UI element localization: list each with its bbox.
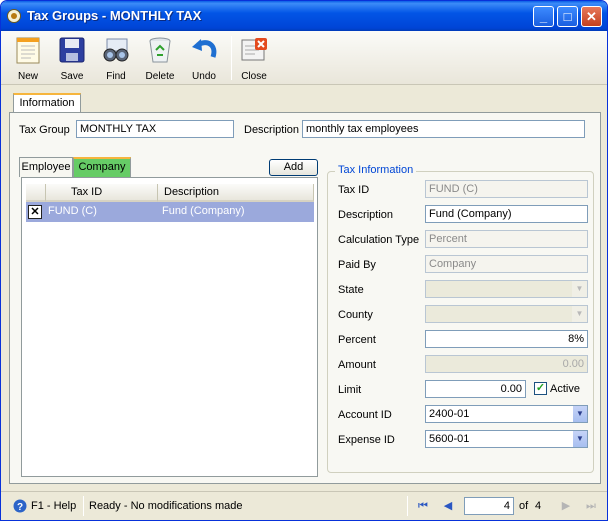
tax-description-field[interactable]: Fund (Company) xyxy=(425,205,588,223)
tax-group-field[interactable]: MONTHLY TAX xyxy=(76,120,234,138)
chevron-down-icon: ▼ xyxy=(572,306,587,322)
delete-label: Delete xyxy=(145,71,175,82)
status-message: Ready - No modifications made xyxy=(89,500,243,512)
new-label: New xyxy=(17,71,38,82)
status-separator xyxy=(83,496,84,516)
chevron-down-icon[interactable]: ▼ xyxy=(572,406,587,422)
new-document-icon xyxy=(16,37,40,64)
help-icon[interactable]: ? xyxy=(13,499,27,513)
close-window-button[interactable]: ✕ xyxy=(581,6,602,27)
tax-description-label: Description xyxy=(338,209,394,221)
tax-id-label: Tax ID xyxy=(338,184,370,196)
row-tax-id: FUND (C) xyxy=(48,205,97,217)
tab-employee[interactable]: Employee xyxy=(19,157,73,177)
state-label: State xyxy=(338,284,364,296)
tax-groups-window: Tax Groups - MONTHLY TAX _ □ ✕ New Save xyxy=(0,0,608,521)
amount-label: Amount xyxy=(338,359,376,371)
limit-field[interactable]: 0.00 xyxy=(425,380,526,398)
find-button[interactable]: Find xyxy=(96,34,136,84)
column-header-tax-id[interactable]: Tax ID xyxy=(46,184,158,202)
undo-button[interactable]: Undo xyxy=(184,34,224,84)
tax-information-title: Tax Information xyxy=(335,164,417,176)
percent-label: Percent xyxy=(338,334,376,346)
calculation-type-label: Calculation Type xyxy=(338,234,420,246)
paid-by-field: Company xyxy=(425,255,588,273)
account-id-value: 2400-01 xyxy=(429,408,470,420)
tab-company[interactable]: Company xyxy=(73,157,131,177)
table-row[interactable]: ✕ FUND (C) Fund (Company) xyxy=(26,202,314,222)
toolbar: New Save Find Delete Undo Close xyxy=(1,31,607,85)
county-select: ▼ xyxy=(425,305,588,323)
save-label: Save xyxy=(60,71,84,82)
help-text[interactable]: F1 - Help xyxy=(31,500,76,512)
row-description: Fund (Company) xyxy=(162,205,245,217)
binoculars-icon xyxy=(103,38,129,62)
app-icon xyxy=(7,9,21,23)
undo-arrow-icon xyxy=(192,39,217,58)
svg-text:?: ? xyxy=(17,502,23,513)
row-checkbox[interactable]: ✕ xyxy=(28,205,42,219)
add-button[interactable]: Add xyxy=(269,159,318,176)
grid-header-select xyxy=(26,184,46,202)
of-label: of xyxy=(519,500,529,512)
recycle-bin-icon xyxy=(149,37,171,63)
page-number-field[interactable]: 4 xyxy=(464,497,514,515)
delete-button[interactable]: Delete xyxy=(140,34,180,84)
limit-label: Limit xyxy=(338,384,362,396)
account-id-select[interactable]: 2400-01 ▼ xyxy=(425,405,588,423)
previous-record-icon[interactable]: ◀ xyxy=(442,500,454,512)
title-bar[interactable]: Tax Groups - MONTHLY TAX _ □ ✕ xyxy=(1,1,607,31)
last-record-icon[interactable]: ⏭ xyxy=(585,500,597,512)
chevron-down-icon[interactable]: ▼ xyxy=(572,431,587,447)
active-checkbox[interactable]: ✓ xyxy=(534,382,547,395)
amount-field: 0.00 xyxy=(425,355,588,373)
tax-id-field: FUND (C) xyxy=(425,180,588,198)
tab-information[interactable]: Information xyxy=(13,93,81,113)
save-button[interactable]: Save xyxy=(52,34,92,84)
close-label: Close xyxy=(241,71,267,82)
description-field[interactable]: monthly tax employees xyxy=(302,120,585,138)
company-tax-grid[interactable]: Tax ID Description ✕ FUND (C) Fund (Comp… xyxy=(21,177,318,477)
description-label: Description xyxy=(244,124,300,136)
new-button[interactable]: New xyxy=(8,34,48,84)
calculation-type-field: Percent xyxy=(425,230,588,248)
paid-by-label: Paid By xyxy=(338,259,376,271)
first-record-icon[interactable]: ⏮ xyxy=(417,500,429,512)
state-select: ▼ xyxy=(425,280,588,298)
undo-label: Undo xyxy=(192,71,216,82)
column-header-description[interactable]: Description xyxy=(158,184,314,202)
floppy-disk-icon xyxy=(59,37,85,63)
status-bar: ? F1 - Help Ready - No modifications mad… xyxy=(1,491,607,520)
total-pages: 4 xyxy=(535,500,542,512)
maximize-button[interactable]: □ xyxy=(557,6,578,27)
next-record-icon[interactable]: ▶ xyxy=(560,500,572,512)
county-label: County xyxy=(338,309,373,321)
chevron-down-icon: ▼ xyxy=(572,281,587,297)
active-label: Active xyxy=(550,383,580,395)
find-label: Find xyxy=(106,71,126,82)
close-button[interactable]: Close xyxy=(234,34,274,84)
status-separator xyxy=(407,496,408,516)
minimize-button[interactable]: _ xyxy=(533,6,554,27)
expense-id-label: Expense ID xyxy=(338,434,395,446)
account-id-label: Account ID xyxy=(338,409,392,421)
window-title: Tax Groups - MONTHLY TAX xyxy=(27,8,202,23)
expense-id-select[interactable]: 5600-01 ▼ xyxy=(425,430,588,448)
tax-group-label: Tax Group xyxy=(19,124,70,136)
expense-id-value: 5600-01 xyxy=(429,433,470,445)
close-form-icon xyxy=(241,38,267,61)
percent-field[interactable]: 8% xyxy=(425,330,588,348)
